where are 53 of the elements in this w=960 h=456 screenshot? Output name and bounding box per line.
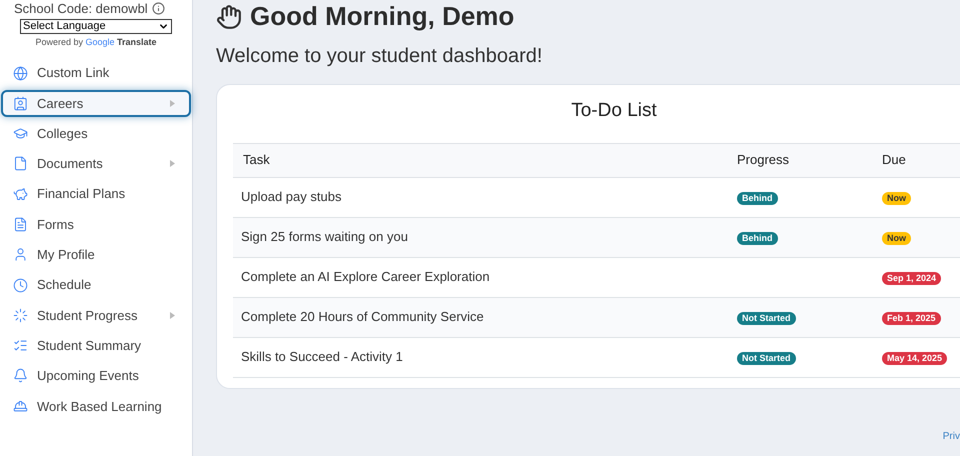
worker-icon <box>13 398 28 414</box>
card-title: To-Do List <box>570 99 658 123</box>
task-name: Complete an AI Explore Career Exploration <box>241 269 490 284</box>
privacy-link[interactable]: Priv <box>942 429 960 444</box>
graduation-cap-icon <box>13 126 28 142</box>
task-name: Complete 20 Hours of Community Service <box>241 309 484 324</box>
submenu-arrow-icon <box>170 100 175 107</box>
column-header: Progress <box>737 152 790 168</box>
sidebar-item[interactable]: Careers <box>1 90 191 117</box>
submenu-arrow-icon <box>170 312 175 319</box>
sidebar-item[interactable]: Upcoming Events <box>1 362 191 390</box>
sidebar-item[interactable]: Financial Plans <box>1 180 191 208</box>
column-header: Task <box>243 152 270 168</box>
due-badge: Now <box>882 192 911 206</box>
due-badge: Feb 1, 2025 <box>882 312 941 326</box>
info-icon[interactable] <box>152 2 165 15</box>
sidebar-item[interactable]: Work Based Learning <box>1 392 191 420</box>
piggy-bank-icon <box>13 186 28 202</box>
submenu-arrow-icon <box>170 160 175 168</box>
progress-badge: Not Started <box>737 312 796 326</box>
column-header: Due <box>882 152 906 168</box>
bell-icon <box>13 368 28 384</box>
user-icon <box>13 247 28 262</box>
school-code: School Code: demowbl <box>14 2 148 15</box>
progress-badge: Behind <box>737 192 778 206</box>
language-select[interactable]: Select Language <box>20 19 172 34</box>
person-icon <box>13 96 28 111</box>
dotted-circle-icon <box>13 308 28 323</box>
task-name: Upload pay stubs <box>241 189 342 204</box>
clock-icon <box>13 278 28 293</box>
task-name: Skills to Succeed - Activity 1 <box>241 349 403 364</box>
progress-badge: Behind <box>737 232 778 246</box>
sidebar-item[interactable]: Student Summary <box>1 332 191 360</box>
task-name: Sign 25 forms waiting on you <box>241 229 408 244</box>
document-icon <box>13 156 28 172</box>
checklist-icon <box>13 338 28 354</box>
welcome-text: Welcome to your student dashboard! <box>216 44 544 69</box>
sidebar-item[interactable]: Student Progress <box>1 302 191 329</box>
due-badge: Now <box>882 232 911 246</box>
greeting-heading: Good Morning, Demo <box>250 0 514 33</box>
sidebar-item[interactable]: Colleges <box>1 120 191 148</box>
sidebar-item[interactable]: Documents <box>1 150 191 178</box>
progress-badge: Not Started <box>737 352 796 366</box>
due-badge: Sep 1, 2024 <box>882 272 942 286</box>
sidebar-item[interactable]: My Profile <box>1 241 191 268</box>
sidebar-item[interactable]: Forms <box>1 210 191 238</box>
powered-by-text: Powered by Google Translate <box>35 36 157 49</box>
globe-icon <box>13 66 28 80</box>
sidebar-item[interactable]: Custom Link <box>1 60 191 86</box>
waving-hand-icon <box>216 4 242 30</box>
sidebar-item[interactable]: Schedule <box>1 272 191 299</box>
form-icon <box>13 216 28 232</box>
due-badge: May 14, 2025 <box>882 352 948 366</box>
